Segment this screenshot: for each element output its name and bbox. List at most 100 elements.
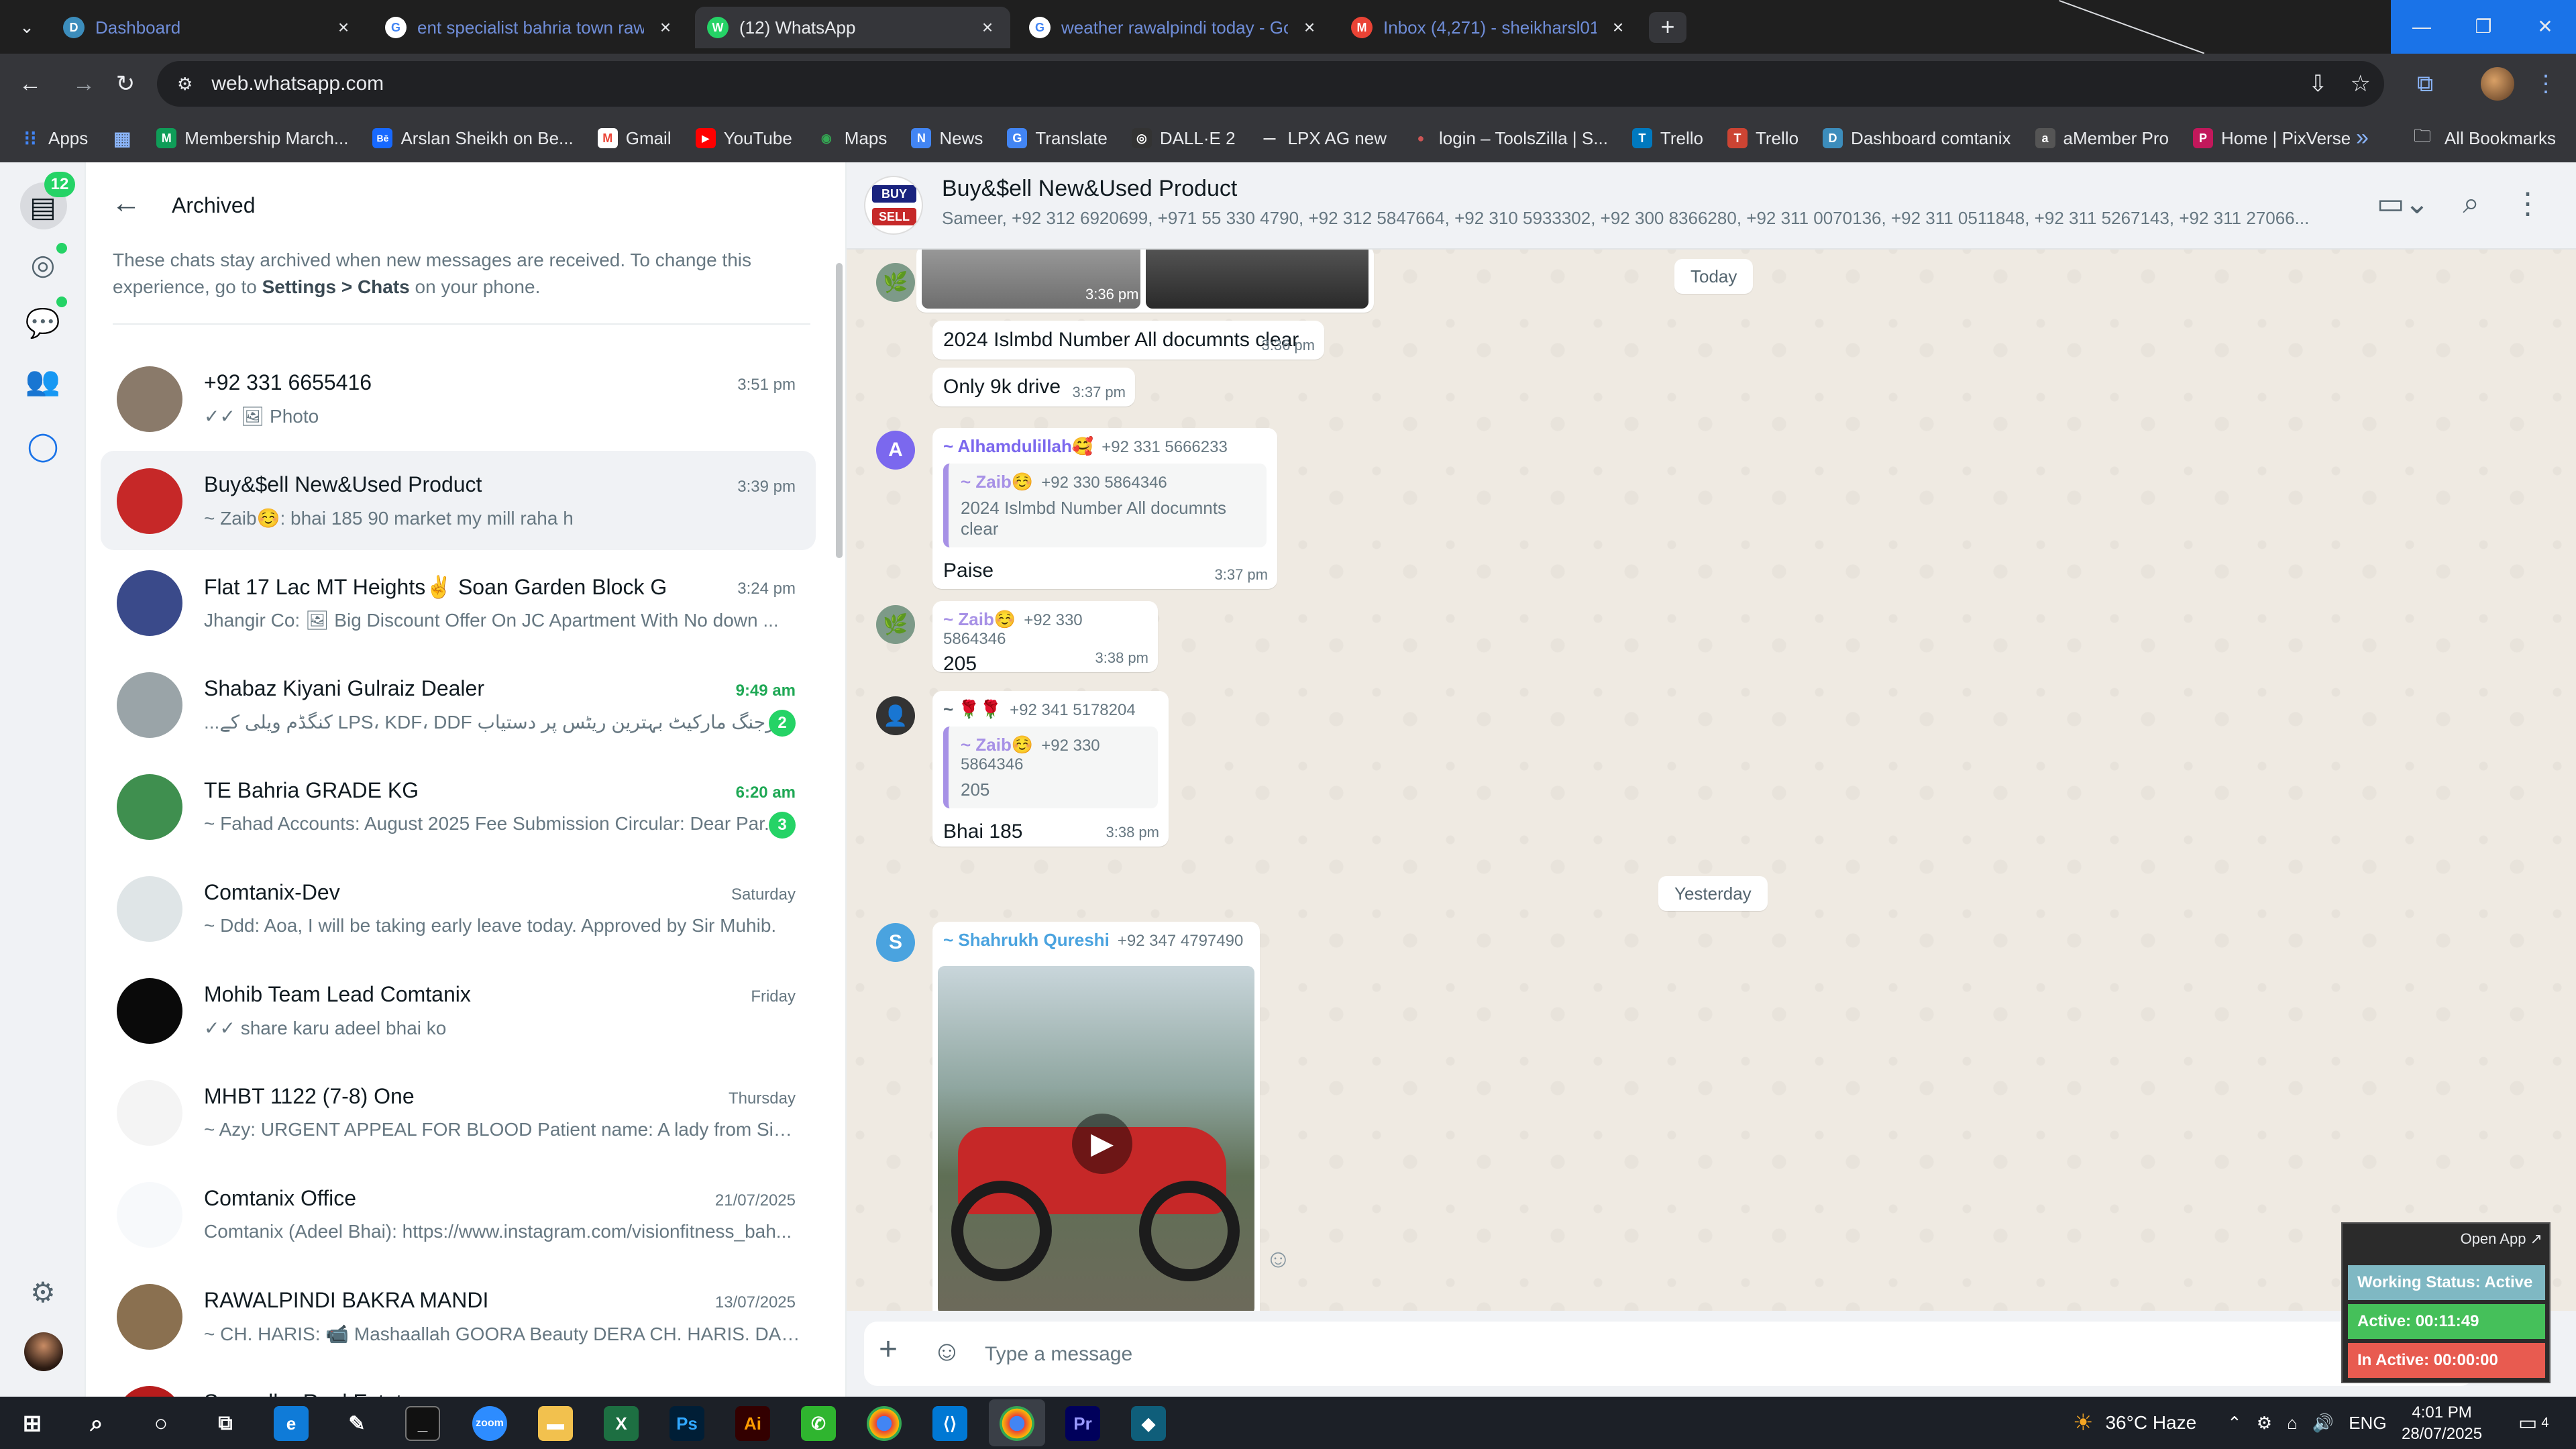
restore-button[interactable]: ❐: [2453, 0, 2514, 54]
sender-avatar[interactable]: S: [876, 923, 915, 962]
message-bubble[interactable]: Only 9k drive 3:37 pm: [932, 368, 1135, 407]
vscode-icon[interactable]: ⟨⟩: [932, 1406, 967, 1441]
react-emoji-icon[interactable]: ☺: [1265, 1245, 1291, 1274]
language-indicator[interactable]: ENG: [2349, 1413, 2386, 1434]
chat-list-item[interactable]: RAWALPINDI BAKRA MANDI 13/07/2025 ~ CH. HA…: [101, 1267, 816, 1366]
chat-list-item[interactable]: TE Bahria GRADE KG 6:20 am ~ Fahad Account…: [101, 757, 816, 856]
bookmark-item[interactable]: ◉ Maps: [816, 128, 887, 149]
sender-avatar[interactable]: 🌿: [876, 263, 915, 302]
settings-gear-icon[interactable]: ⚙: [23, 1272, 63, 1312]
chat-list-item[interactable]: Mohib Team Lead Comtanix Friday ✓✓ share k…: [101, 961, 816, 1060]
channels-icon[interactable]: 💬: [23, 303, 63, 343]
browser-tab[interactable]: D Dashboard ×: [51, 7, 366, 48]
edge-icon[interactable]: e: [274, 1406, 309, 1441]
chat-avatar[interactable]: [117, 672, 182, 738]
back-arrow-icon[interactable]: ←: [111, 186, 141, 220]
tab-close-icon[interactable]: ×: [1607, 17, 1629, 38]
chat-avatar[interactable]: [117, 468, 182, 534]
bookmark-item[interactable]: D Dashboard comtanix: [1823, 128, 2011, 149]
chat-avatar[interactable]: [117, 978, 182, 1044]
bookmark-item[interactable]: T Trello: [1631, 128, 1703, 149]
network-icon[interactable]: ⌂: [2287, 1413, 2298, 1434]
message-input[interactable]: Type a message: [985, 1343, 1132, 1366]
sender-avatar[interactable]: 🌿: [876, 605, 915, 644]
terminal-icon[interactable]: _: [405, 1406, 440, 1441]
search-icon[interactable]: ⌕: [79, 1406, 114, 1441]
chat-avatar[interactable]: [117, 1284, 182, 1350]
quoted-message[interactable]: ~ Zaib☺️ +92 330 5864346 2024 Islmbd Numb…: [943, 464, 1267, 547]
cortana-icon[interactable]: ○: [144, 1406, 178, 1441]
extensions-icon[interactable]: ⧉: [2408, 67, 2442, 101]
phone-app-icon[interactable]: ✆: [801, 1406, 836, 1441]
chat-avatar[interactable]: [117, 1182, 182, 1248]
attach-plus-icon[interactable]: +: [879, 1331, 898, 1368]
bookmark-star-icon[interactable]: ☆: [2351, 70, 2371, 97]
menu-dots-icon[interactable]: ⋮: [2529, 67, 2563, 101]
chat-list-item[interactable]: MHBT 1122 (7-8) One Thursday ~ Azy: URGENT…: [101, 1063, 816, 1162]
photoshop-icon[interactable]: Ps: [669, 1406, 704, 1441]
more-bookmarks-chevron-icon[interactable]: »: [2356, 125, 2369, 151]
bookmark-item[interactable]: M Gmail: [597, 128, 672, 149]
back-arrow-icon[interactable]: ←: [13, 67, 47, 101]
bookmark-item[interactable]: N News: [911, 128, 983, 149]
tab-close-icon[interactable]: ×: [1299, 17, 1320, 38]
tray-chevron-icon[interactable]: ⌃: [2227, 1413, 2242, 1434]
sender-avatar[interactable]: A: [876, 431, 915, 470]
chat-avatar[interactable]: [117, 774, 182, 840]
meta-ai-icon[interactable]: ◯: [23, 425, 63, 466]
chat-list-item[interactable]: Sargodha Real Estate13/07/2025: [101, 1368, 816, 1397]
tracker-app-icon[interactable]: ◆: [1131, 1406, 1166, 1441]
browser-tab-active[interactable]: W (12) WhatsApp ×: [695, 7, 1010, 48]
all-bookmarks[interactable]: 🗀 All Bookmarks: [2414, 114, 2556, 162]
chat-avatar[interactable]: [117, 366, 182, 432]
image-message[interactable]: 3:36 pm: [916, 246, 1374, 313]
chat-avatar[interactable]: [117, 1080, 182, 1146]
profile-avatar[interactable]: [2481, 67, 2514, 101]
bookmark-item[interactable]: — LPX AG new: [1260, 128, 1387, 149]
tab-close-icon[interactable]: ×: [977, 17, 998, 38]
message-image[interactable]: [1146, 246, 1368, 309]
site-info-icon[interactable]: ⚙: [177, 74, 193, 95]
sender-name[interactable]: ~ 🌹🌹: [943, 699, 1002, 719]
tab-search-button[interactable]: ⌄: [9, 12, 44, 42]
chat-list-item[interactable]: Flat 17 Lac MT Heights✌️ Soan Garden Blo…: [101, 553, 816, 652]
menu-dots-icon[interactable]: ⋮: [2513, 186, 2542, 221]
bookmark-item[interactable]: M Membership March...: [156, 128, 348, 149]
install-app-icon[interactable]: ⇩: [2308, 70, 2328, 97]
excel-icon[interactable]: X: [604, 1406, 639, 1441]
new-tab-button[interactable]: +: [1649, 12, 1686, 43]
weather-widget[interactable]: ☀ 36°C Haze: [2073, 1397, 2196, 1449]
chat-list-item[interactable]: Buy&$ell New&Used Product 3:39 pm ~ Zaib☺️…: [101, 451, 816, 550]
task-view-icon[interactable]: ⧉: [208, 1406, 243, 1441]
tray-app-icon[interactable]: ⚙: [2257, 1413, 2272, 1434]
conversation-header[interactable]: BUY SELL Buy&$ell New&Used Product Samee…: [847, 162, 2576, 250]
browser-tab[interactable]: M Inbox (4,271) - sheikharsl01@g ×: [1339, 7, 1641, 48]
video-message[interactable]: ~ Shahrukh Qureshi +92 347 4797490 ▶: [932, 922, 1260, 1324]
bookmark-item[interactable]: ◎ DALL·E 2: [1131, 128, 1236, 149]
browser-tab[interactable]: G ent specialist bahria town rawal ×: [373, 7, 688, 48]
message-bubble[interactable]: ~ Zaib☺️ +92 330 5864346 205 3:38 pm: [932, 601, 1158, 675]
bookmark-item[interactable]: ▶ YouTube: [695, 128, 792, 149]
windows-start-icon[interactable]: ⊞: [15, 1406, 50, 1441]
browser-tab[interactable]: G weather rawalpindi today - Goo ×: [1017, 7, 1332, 48]
tab-close-icon[interactable]: ×: [333, 17, 354, 38]
video-thumbnail[interactable]: ▶: [938, 966, 1254, 1315]
address-bar[interactable]: ⚙ web.whatsapp.com ⇩ ☆: [157, 61, 2384, 107]
bookmark-item[interactable]: Bē Arslan Sheikh on Be...: [372, 128, 574, 149]
reload-icon[interactable]: ↻: [109, 67, 142, 101]
chat-list-item[interactable]: Comtanix-Dev Saturday ~ Ddd: Aoa, I will b…: [101, 859, 816, 958]
illustrator-icon[interactable]: Ai: [735, 1406, 770, 1441]
sender-name[interactable]: ~ Zaib☺️: [943, 609, 1016, 629]
chat-avatar[interactable]: [117, 1386, 182, 1397]
chat-avatar[interactable]: [117, 570, 182, 636]
bookmark-item[interactable]: ● login – ToolsZilla | S...: [1411, 128, 1608, 149]
message-bubble[interactable]: ~ Alhamdulillah🥰 +92 331 5666233 ~ Zaib☺️…: [932, 428, 1277, 589]
system-clock[interactable]: 4:01 PM 28/07/2025: [2402, 1402, 2482, 1445]
quoted-message[interactable]: ~ Zaib☺️ +92 330 5864346 205: [943, 727, 1158, 808]
bookmark-item[interactable]: a aMember Pro: [2035, 128, 2169, 149]
chat-list-item[interactable]: +92 331 6655416 3:51 pm ✓✓ 🖼 Photo: [101, 349, 816, 448]
scrollbar-thumb[interactable]: [836, 263, 843, 558]
sender-name[interactable]: ~ Alhamdulillah🥰: [943, 436, 1093, 456]
chat-avatar[interactable]: [117, 876, 182, 942]
notification-center[interactable]: ▭ 4: [2518, 1397, 2548, 1449]
